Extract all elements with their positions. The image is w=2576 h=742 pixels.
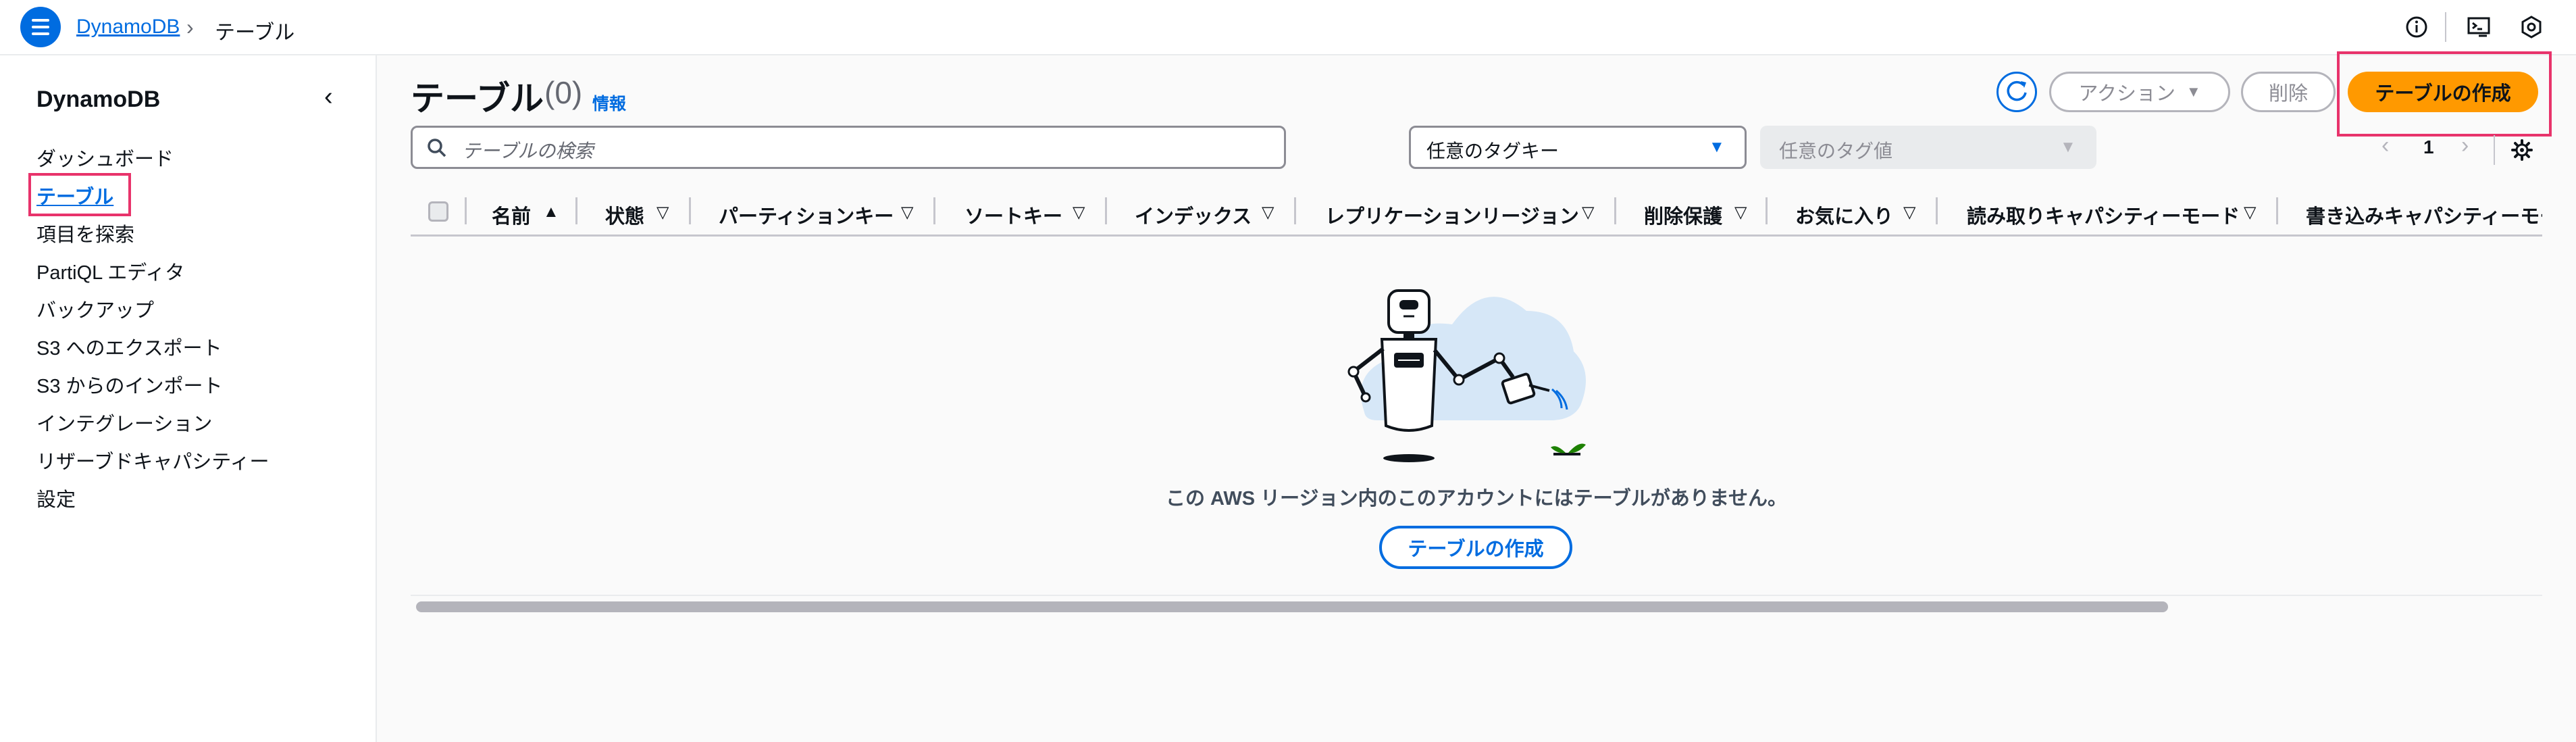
sort-icon[interactable]: ▽ — [1262, 203, 1274, 222]
column-separator — [933, 197, 935, 224]
menu-icon[interactable] — [20, 7, 61, 47]
sort-icon[interactable]: ▽ — [2244, 203, 2256, 222]
column-separator — [2276, 197, 2278, 224]
column-header-status[interactable]: 状態 — [605, 201, 644, 229]
column-separator — [689, 197, 691, 224]
column-header-deletion-protection[interactable]: 削除保護 — [1644, 201, 1722, 229]
highlight-box-create-table — [2337, 51, 2552, 137]
empty-state-create-table-button[interactable]: テーブルの作成 — [1379, 526, 1572, 569]
settings-icon[interactable] — [2517, 12, 2546, 42]
column-separator — [1766, 197, 1768, 224]
search-icon — [428, 139, 446, 157]
breadcrumb-separator-icon: › — [186, 15, 194, 39]
sidebar-item-settings[interactable]: 設定 — [36, 484, 76, 512]
empty-state-create-table-label: テーブルの作成 — [1408, 539, 1544, 560]
breadcrumb-current: テーブル — [215, 22, 295, 44]
empty-state-message: この AWS リージョン内のこのアカウントにはテーブルがありません。 — [1166, 488, 1787, 510]
horizontal-scrollbar-thumb[interactable] — [416, 601, 2168, 612]
table-count: (0) — [544, 75, 583, 110]
select-all-checkbox[interactable] — [428, 201, 448, 222]
sort-icon[interactable]: ▽ — [656, 203, 669, 222]
sidebar-item-integrations[interactable]: インテグレーション — [36, 408, 212, 437]
column-header-clip: 書き込みキャパシティーモー — [2290, 196, 2542, 228]
refresh-button[interactable] — [1997, 72, 2037, 112]
sidebar-title: DynamoDB — [36, 86, 161, 112]
table-bottom-border — [411, 595, 2542, 596]
column-header-favorites[interactable]: お気に入り — [1795, 201, 1893, 229]
column-header-partition-key[interactable]: パーティションキー — [719, 201, 894, 229]
page-number[interactable]: 1 — [2423, 137, 2434, 158]
caret-down-icon: ▼ — [2060, 138, 2076, 156]
delete-button[interactable]: 削除 — [2241, 72, 2336, 112]
sidebar-item-s3-export[interactable]: S3 へのエクスポート — [36, 332, 222, 361]
chevron-left-icon[interactable]: ‹ — [324, 82, 333, 112]
tag-value-placeholder: 任意のタグ値 — [1779, 141, 1893, 162]
info-link[interactable]: 情報 — [592, 91, 626, 115]
robot-watering-plant-illustration — [1347, 289, 1586, 462]
refresh-icon — [2007, 80, 2027, 101]
highlight-box-tables — [28, 173, 131, 216]
column-separator — [575, 197, 577, 224]
column-header-replication-regions[interactable]: レプリケーションリージョン — [1325, 201, 1579, 229]
caret-down-icon: ▼ — [1709, 138, 1725, 156]
search-placeholder: テーブルの検索 — [462, 141, 594, 162]
sidebar-item-dashboard[interactable]: ダッシュボード — [36, 143, 174, 172]
pager-divider — [2494, 135, 2495, 165]
sidebar-item-explore-items[interactable]: 項目を探索 — [36, 219, 134, 247]
column-separator — [1614, 197, 1616, 224]
sort-icon[interactable]: ▽ — [901, 203, 913, 222]
sort-icon[interactable]: ▽ — [1734, 203, 1747, 222]
column-separator — [1105, 197, 1107, 224]
column-header-read-capacity-mode[interactable]: 読み取りキャパシティーモード — [1967, 201, 2240, 229]
column-separator — [1294, 197, 1296, 224]
column-header-write-capacity-mode[interactable]: 書き込みキャパシティーモー — [2306, 201, 2542, 228]
sidebar-item-reserved-capacity[interactable]: リザーブドキャパシティー — [36, 446, 269, 474]
breadcrumb-home-link[interactable]: DynamoDB — [76, 16, 180, 39]
sidebar-item-backups[interactable]: バックアップ — [36, 295, 154, 323]
column-separator — [1936, 197, 1938, 224]
cloudshell-icon[interactable] — [2464, 12, 2494, 42]
info-icon[interactable] — [2402, 12, 2431, 42]
caret-down-icon: ▼ — [2186, 83, 2201, 100]
column-separator — [465, 197, 467, 224]
delete-label: 削除 — [2268, 83, 2308, 105]
tag-key-value: 任意のタグキー — [1426, 141, 1560, 162]
actions-label: アクション — [2078, 83, 2175, 105]
sidebar-item-s3-import[interactable]: S3 からのインポート — [36, 370, 223, 399]
sort-ascending-icon[interactable]: ▲ — [543, 203, 559, 222]
column-header-sort-key[interactable]: ソートキー — [964, 201, 1062, 229]
column-header-indexes[interactable]: インデックス — [1135, 201, 1252, 229]
chevron-left-icon[interactable]: ‹ — [2381, 132, 2389, 159]
column-header-name[interactable]: 名前 — [492, 201, 531, 229]
sidebar-item-partiql-editor[interactable]: PartiQL エディタ — [36, 257, 184, 285]
sort-icon[interactable]: ▽ — [1073, 203, 1085, 222]
sort-icon[interactable]: ▽ — [1903, 203, 1915, 222]
page-title: テーブル — [411, 80, 544, 118]
chevron-right-icon[interactable]: › — [2461, 132, 2469, 159]
top-navigation-bar — [0, 0, 2576, 55]
sort-icon[interactable]: ▽ — [1582, 203, 1594, 222]
gear-icon[interactable] — [2507, 135, 2537, 165]
actions-button[interactable]: アクション ▼ — [2049, 72, 2230, 112]
top-divider — [2445, 12, 2446, 42]
